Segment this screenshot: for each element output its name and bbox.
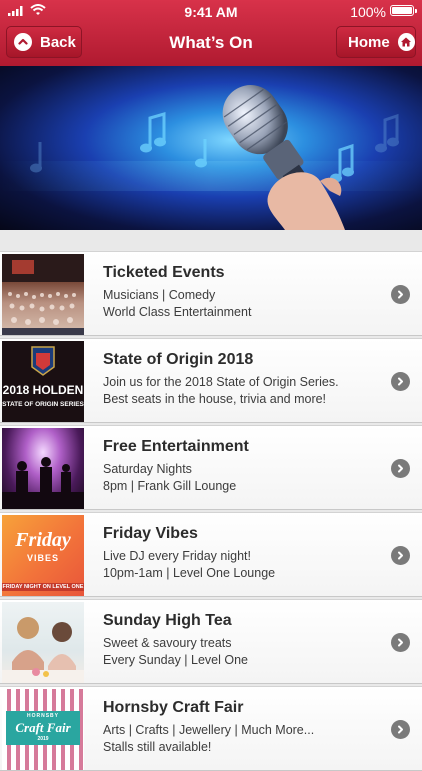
event-detail-line-1: Live DJ every Friday night!	[103, 549, 251, 563]
battery-percentage: 100%	[350, 4, 386, 20]
chevron-right-icon	[391, 459, 410, 478]
microphone-illustration	[0, 85, 422, 230]
list-item-hornsby-craft-fair[interactable]: HORNSBY Craft Fair 2019 Hornsby Craft Fa…	[0, 686, 422, 771]
event-detail-line-2: Stalls still available!	[103, 740, 212, 754]
event-title: Friday Vibes	[103, 525, 198, 542]
event-detail-line-2: Every Sunday | Level One	[103, 653, 248, 667]
event-detail-line-1: Join us for the 2018 State of Origin Ser…	[103, 375, 339, 389]
list-item-free-entertainment[interactable]: Free Entertainment Saturday Nights 8pm |…	[0, 425, 422, 510]
event-detail-line-1: Arts | Crafts | Jewellery | Much More...	[103, 723, 315, 737]
event-detail-line-2: Best seats in the house, trivia and more…	[103, 392, 327, 406]
high-tea-thumbnail	[2, 602, 84, 683]
event-title: Hornsby Craft Fair	[103, 699, 244, 716]
list-item-friday-vibes[interactable]: Friday VIBES FRIDAY NIGHT ON LEVEL ONE F…	[0, 512, 422, 597]
list-item-state-of-origin[interactable]: 2018 HOLDEN STATE OF ORIGIN SERIES State…	[0, 338, 422, 423]
live-band-thumbnail	[2, 428, 84, 509]
chevron-right-icon	[391, 720, 410, 739]
event-title: Sunday High Tea	[103, 612, 232, 629]
chevron-right-icon	[391, 372, 410, 391]
event-detail-line-1: Sweet & savoury treats	[103, 636, 232, 650]
event-detail-line-2: World Class Entertainment	[103, 305, 252, 319]
list-item-sunday-high-tea[interactable]: Sunday High Tea Sweet & savoury treats E…	[0, 599, 422, 684]
thumb-caption-3: 2019	[37, 736, 49, 742]
thumb-caption-2: Craft Fair	[15, 720, 71, 735]
home-button[interactable]: Home	[336, 26, 416, 58]
thumb-caption-2: STATE OF ORIGIN SERIES	[2, 401, 84, 408]
event-title: Ticketed Events	[103, 264, 225, 281]
thumb-caption-3: FRIDAY NIGHT ON LEVEL ONE	[2, 583, 84, 591]
event-detail-line-1: Saturday Nights	[103, 462, 192, 476]
app-header: 9:41 AM 100% Back What’s On Home	[0, 0, 422, 66]
status-bar: 9:41 AM 100%	[0, 0, 422, 22]
chevron-right-icon	[391, 633, 410, 652]
thumb-caption-1: HORNSBY	[26, 713, 59, 719]
state-of-origin-thumbnail: 2018 HOLDEN STATE OF ORIGIN SERIES	[2, 341, 84, 422]
battery-icon	[390, 5, 417, 16]
event-detail-line-1: Musicians | Comedy	[103, 288, 216, 302]
event-title: Free Entertainment	[103, 438, 249, 455]
craft-fair-thumbnail: HORNSBY Craft Fair 2019	[2, 689, 84, 770]
chevron-right-icon	[391, 546, 410, 565]
chevron-right-icon	[391, 285, 410, 304]
home-button-label: Home	[348, 33, 390, 51]
event-title: State of Origin 2018	[103, 351, 254, 368]
thumb-caption-1: Friday	[15, 529, 71, 551]
thumb-caption-2: VIBES	[26, 553, 59, 563]
concert-hall-thumbnail	[2, 254, 84, 335]
friday-vibes-thumbnail: Friday VIBES FRIDAY NIGHT ON LEVEL ONE	[2, 515, 84, 596]
list-item-ticketed-events[interactable]: Ticketed Events Musicians | Comedy World…	[0, 251, 422, 336]
hero-banner-image	[0, 66, 422, 230]
home-icon	[397, 33, 415, 51]
event-detail-line-2: 10pm-1am | Level One Lounge	[103, 566, 276, 580]
thumb-caption-1: 2018 HOLDEN	[2, 383, 84, 397]
event-detail-line-2: 8pm | Frank Gill Lounge	[103, 479, 237, 493]
